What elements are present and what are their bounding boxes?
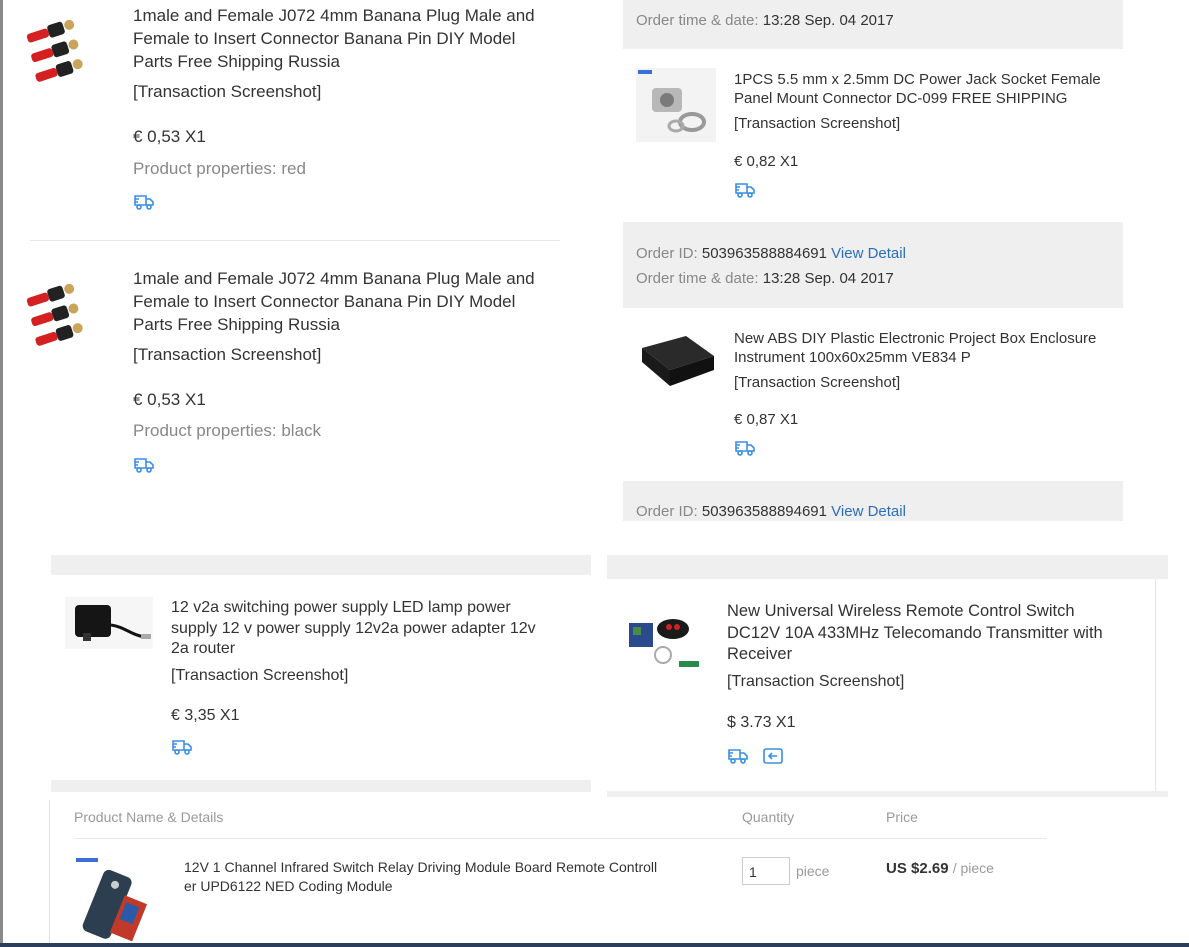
- window-left-edge: [0, 0, 3, 947]
- section-footer-bar: [607, 791, 1168, 797]
- title-line[interactable]: New ABS DIY Plastic Electronic Project B…: [734, 329, 1154, 348]
- product-thumbnail-dc-jack[interactable]: [636, 68, 716, 142]
- order-id-label: Order ID:: [636, 245, 698, 262]
- item-price: € 0,87 X1: [734, 411, 799, 428]
- title-line[interactable]: er UPD6122 NED Coding Module: [184, 877, 704, 896]
- quantity-unit: piece: [796, 863, 830, 879]
- title-line[interactable]: New Universal Wireless Remote Control Sw…: [727, 601, 1157, 623]
- item-price: € 0,53 X1: [133, 127, 206, 146]
- order-id-value: 503963588884691: [701, 245, 827, 262]
- item-price: € 3,35 X1: [171, 707, 240, 724]
- product-thumbnail-power-adapter[interactable]: [65, 597, 153, 649]
- product-thumbnail-project-box[interactable]: [636, 330, 716, 392]
- product-thumbnail-banana-plug-red[interactable]: [26, 12, 112, 82]
- section-header-bar: [607, 555, 1168, 579]
- transaction-screenshot-link[interactable]: [Transaction Screenshot]: [171, 667, 348, 685]
- window-bottom-edge: [0, 943, 1189, 947]
- product-properties: Product properties: red: [133, 159, 306, 178]
- order-time: Order time & date: 13:28 Sep. 04 2017: [636, 12, 894, 29]
- title-line[interactable]: 1PCS 5.5 mm x 2.5mm DC Power Jack Socket…: [734, 70, 1134, 89]
- item-price: € 0,82 X1: [734, 153, 799, 170]
- product-title[interactable]: 1PCS 5.5 mm x 2.5mm DC Power Jack Socket…: [734, 70, 1134, 108]
- product-properties: Product properties: black: [133, 421, 322, 440]
- product-title[interactable]: 12 v2a switching power supply LED lamp p…: [171, 598, 591, 660]
- unit-price: US $2.69 / piece: [886, 860, 994, 877]
- order-time-value: 13:28 Sep. 04 2017: [762, 270, 894, 287]
- order-id-label: Order ID:: [636, 503, 698, 520]
- order-time: Order time & date: 13:28 Sep. 04 2017: [636, 270, 894, 287]
- order-id-value: 503963588894691: [701, 503, 827, 520]
- quantity-input[interactable]: 1: [742, 857, 790, 885]
- transaction-screenshot-link[interactable]: [Transaction Screenshot]: [727, 673, 904, 691]
- title-line[interactable]: 1male and Female J072 4mm Banana Plug Ma…: [133, 4, 573, 27]
- title-line[interactable]: Parts Free Shipping Russia: [133, 50, 573, 73]
- title-line[interactable]: 2a router: [171, 639, 591, 660]
- column-header-price: Price: [886, 809, 918, 825]
- transaction-screenshot-link[interactable]: [Transaction Screenshot]: [133, 345, 321, 365]
- order-time-label: Order time & date:: [636, 12, 759, 29]
- view-detail-link[interactable]: View Detail: [831, 245, 906, 262]
- table-left-border: [49, 800, 50, 943]
- truck-icon[interactable]: [734, 439, 756, 462]
- product-thumbnail-ir-relay[interactable]: [74, 856, 158, 943]
- truck-icon[interactable]: [133, 456, 155, 479]
- product-title[interactable]: 12V 1 Channel Infrared Switch Relay Driv…: [184, 858, 704, 896]
- title-line[interactable]: Parts Free Shipping Russia: [133, 313, 573, 336]
- title-line[interactable]: Instrument 100x60x25mm VE834 P: [734, 348, 1154, 367]
- title-line[interactable]: Panel Mount Connector DC-099 FREE SHIPPI…: [734, 89, 1134, 108]
- truck-icon[interactable]: [171, 738, 193, 761]
- price-value: US $2.69: [886, 860, 949, 877]
- column-header-product: Product Name & Details: [74, 809, 224, 825]
- title-line[interactable]: 1male and Female J072 4mm Banana Plug Ma…: [133, 267, 573, 290]
- item-divider: [30, 240, 560, 241]
- column-header-quantity: Quantity: [742, 809, 795, 825]
- product-title[interactable]: 1male and Female J072 4mm Banana Plug Ma…: [133, 4, 573, 73]
- title-line[interactable]: Receiver: [727, 644, 1157, 666]
- product-thumbnail-remote-switch[interactable]: [627, 605, 703, 677]
- table-header-divider: [74, 838, 1047, 839]
- transaction-screenshot-link[interactable]: [Transaction Screenshot]: [734, 374, 900, 391]
- transaction-screenshot-link[interactable]: [Transaction Screenshot]: [734, 115, 900, 132]
- product-title[interactable]: 1male and Female J072 4mm Banana Plug Ma…: [133, 267, 573, 336]
- title-line[interactable]: supply 12 v power supply 12v2a power ada…: [171, 619, 591, 640]
- order-id: Order ID: 503963588884691 View Detail: [636, 245, 906, 262]
- title-line[interactable]: DC12V 10A 433MHz Telecomando Transmitter…: [727, 623, 1157, 645]
- section-header-bar: [51, 555, 591, 575]
- product-thumbnail-banana-plug-black[interactable]: [26, 276, 112, 346]
- product-title[interactable]: New Universal Wireless Remote Control Sw…: [727, 601, 1157, 666]
- price-unit: / piece: [952, 860, 994, 876]
- order-id: Order ID: 503963588894691 View Detail: [636, 503, 906, 520]
- item-price: € 0,53 X1: [133, 390, 206, 409]
- title-line[interactable]: Female to Insert Connector Banana Pin DI…: [133, 290, 573, 313]
- title-line[interactable]: Female to Insert Connector Banana Pin DI…: [133, 27, 573, 50]
- item-price: $ 3.73 X1: [727, 714, 796, 731]
- transaction-screenshot-link[interactable]: [Transaction Screenshot]: [133, 82, 321, 102]
- title-line[interactable]: 12V 1 Channel Infrared Switch Relay Driv…: [184, 858, 704, 877]
- return-icon[interactable]: [762, 747, 784, 770]
- view-detail-link[interactable]: View Detail: [831, 503, 906, 520]
- truck-icon[interactable]: [727, 747, 749, 770]
- title-line[interactable]: 12 v2a switching power supply LED lamp p…: [171, 598, 591, 619]
- truck-icon[interactable]: [133, 193, 155, 216]
- order-time-value: 13:28 Sep. 04 2017: [762, 12, 894, 29]
- truck-icon[interactable]: [734, 181, 756, 204]
- order-time-label: Order time & date:: [636, 270, 759, 287]
- product-title[interactable]: New ABS DIY Plastic Electronic Project B…: [734, 329, 1154, 367]
- section-footer-bar: [51, 780, 591, 792]
- order-header-panel: [623, 222, 1123, 308]
